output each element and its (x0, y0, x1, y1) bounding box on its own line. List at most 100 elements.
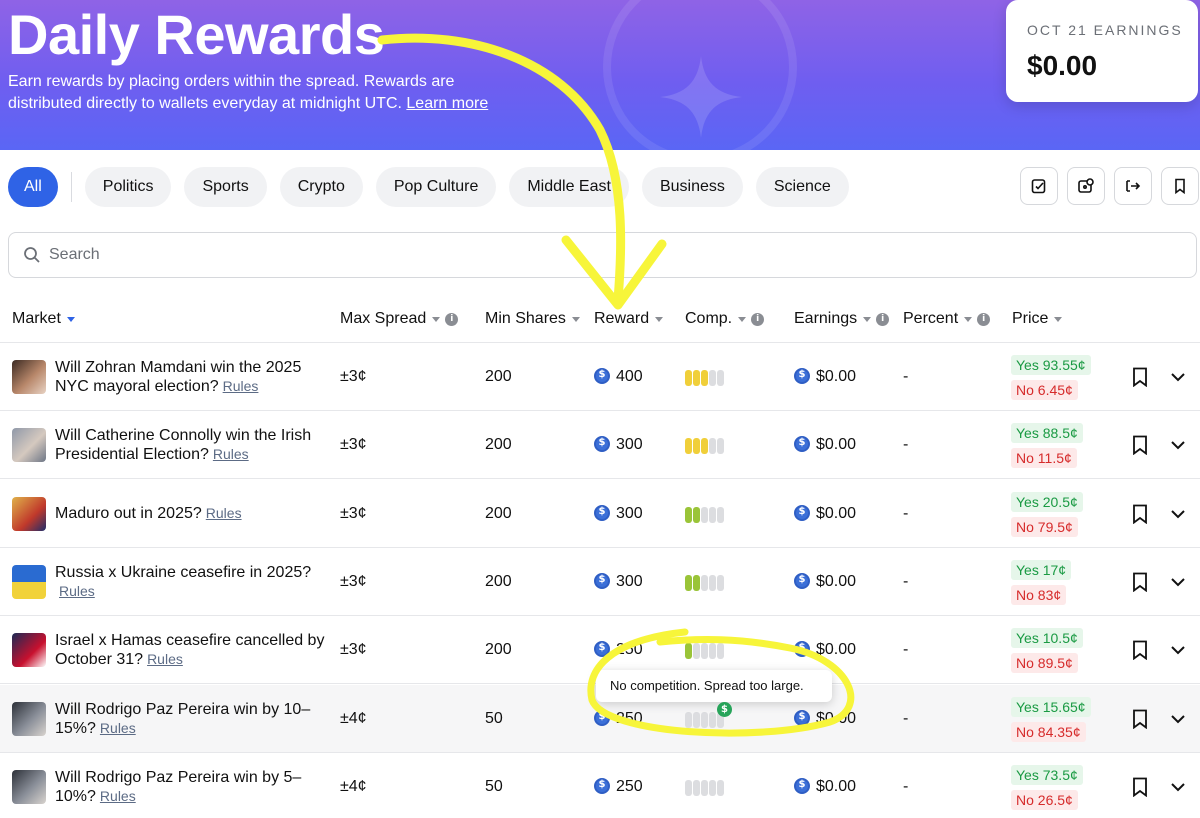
reward-value: 300 (594, 436, 643, 454)
info-icon[interactable]: i (977, 312, 991, 326)
col-comp[interactable]: Comp. i (685, 310, 765, 328)
comp-bar (701, 507, 708, 523)
table-row[interactable]: Maduro out in 2025?Rules ±3¢ 200 300 $0.… (0, 480, 1200, 548)
earnings-value: $0.00 (1027, 50, 1098, 81)
no-price-button[interactable]: No 89.5¢ (1011, 653, 1078, 673)
page-title: Daily Rewards (8, 3, 385, 66)
market-thumbnail (12, 565, 46, 599)
table-row[interactable]: Russia x Ukraine ceasefire in 2025? Rules… (0, 548, 1200, 616)
market-name[interactable]: Will Catherine Connolly win the Irish Pr… (55, 426, 335, 464)
market-name[interactable]: Russia x Ukraine ceasefire in 2025? Rules (55, 563, 335, 601)
bookmark-icon[interactable] (1132, 435, 1148, 455)
yes-price-button[interactable]: Yes 93.55¢ (1011, 355, 1091, 375)
min-shares-value: 50 (485, 778, 503, 795)
market-thumbnail (12, 497, 46, 531)
chevron-down-icon[interactable] (1170, 644, 1186, 656)
competition-meter[interactable] (685, 507, 725, 523)
sparkle-icon (660, 56, 742, 138)
bookmark-icon[interactable] (1132, 709, 1148, 729)
bookmark-icon[interactable] (1132, 367, 1148, 387)
table-row[interactable]: Will Catherine Connolly win the Irish Pr… (0, 411, 1200, 479)
usdc-coin-icon (794, 368, 810, 384)
competition-meter[interactable] (685, 575, 725, 591)
bookmark-icon[interactable] (1132, 572, 1148, 592)
table-row[interactable]: Will Zohran Mamdani win the 2025 NYC may… (0, 343, 1200, 411)
competition-meter[interactable] (685, 370, 725, 386)
comp-bar (701, 370, 708, 386)
rules-link[interactable]: Rules (213, 446, 249, 462)
bookmarks-button[interactable] (1161, 167, 1199, 205)
bookmark-icon[interactable] (1132, 640, 1148, 660)
tab-business[interactable]: Business (641, 167, 743, 207)
yes-price-button[interactable]: Yes 88.5¢ (1011, 423, 1083, 443)
sign-in-button[interactable] (1114, 167, 1152, 205)
rules-link[interactable]: Rules (100, 720, 136, 736)
chevron-down-icon[interactable] (1170, 439, 1186, 451)
rules-link[interactable]: Rules (100, 788, 136, 804)
no-price-button[interactable]: No 26.5¢ (1011, 790, 1078, 810)
tab-middle-east[interactable]: Middle East (509, 167, 629, 207)
info-icon[interactable]: i (445, 312, 459, 326)
yes-price-button[interactable]: Yes 15.65¢ (1011, 697, 1091, 717)
rules-link[interactable]: Rules (223, 378, 259, 394)
tab-sports[interactable]: Sports (184, 167, 267, 207)
yes-price-button[interactable]: Yes 17¢ (1011, 560, 1072, 580)
chevron-down-icon[interactable] (1170, 576, 1186, 588)
chevron-down-icon[interactable] (1170, 781, 1186, 793)
yes-price-button[interactable]: Yes 10.5¢ (1011, 628, 1083, 648)
info-icon[interactable]: i (751, 312, 765, 326)
col-max-spread[interactable]: Max Spread i (340, 310, 459, 328)
sort-caret-icon (571, 316, 580, 322)
clipboard-check-button[interactable] (1020, 167, 1058, 205)
col-min-shares[interactable]: Min Shares (485, 310, 580, 328)
chevron-down-icon[interactable] (1170, 713, 1186, 725)
tab-all[interactable]: All (8, 167, 58, 207)
comp-bar (685, 370, 692, 386)
col-market[interactable]: Market (12, 310, 75, 328)
yes-price-button[interactable]: Yes 73.5¢ (1011, 765, 1083, 785)
col-percent[interactable]: Percent i (903, 310, 991, 328)
rules-link[interactable]: Rules (206, 505, 242, 521)
rules-link[interactable]: Rules (147, 651, 183, 667)
tab-science[interactable]: Science (755, 167, 849, 207)
competition-meter[interactable] (685, 643, 725, 659)
market-name[interactable]: Israel x Hamas ceasefire cancelled by Oc… (55, 631, 335, 669)
market-name[interactable]: Will Zohran Mamdani win the 2025 NYC may… (55, 358, 335, 396)
no-price-button[interactable]: No 79.5¢ (1011, 517, 1078, 537)
no-price-button[interactable]: No 84.35¢ (1011, 722, 1086, 742)
tab-crypto[interactable]: Crypto (279, 167, 363, 207)
chevron-down-icon[interactable] (1170, 371, 1186, 383)
clipboard-check-icon (1031, 179, 1046, 194)
table-row[interactable]: Will Rodrigo Paz Pereira win by 5–10%? Ru… (0, 753, 1200, 818)
info-icon[interactable]: i (876, 312, 890, 326)
min-shares-value: 200 (485, 573, 512, 590)
search-input[interactable] (49, 246, 1149, 264)
chevron-down-icon[interactable] (1170, 508, 1186, 520)
learn-more-link[interactable]: Learn more (406, 95, 488, 112)
market-name[interactable]: Will Rodrigo Paz Pereira win by 10–15%? R… (55, 700, 335, 738)
tab-pop-culture[interactable]: Pop Culture (375, 167, 497, 207)
market-thumbnail (12, 360, 46, 394)
market-name[interactable]: Maduro out in 2025? Rules (55, 504, 335, 523)
sort-caret-icon (738, 316, 747, 322)
max-spread-value: ±4¢ (340, 710, 367, 727)
sort-caret-icon (964, 316, 973, 322)
competition-meter[interactable] (685, 780, 725, 796)
col-price[interactable]: Price (1012, 310, 1063, 328)
yes-price-button[interactable]: Yes 20.5¢ (1011, 492, 1083, 512)
wallet-settings-button[interactable] (1067, 167, 1105, 205)
no-price-button[interactable]: No 11.5¢ (1011, 448, 1077, 468)
competition-meter[interactable] (685, 438, 725, 454)
col-reward[interactable]: Reward (594, 310, 664, 328)
reward-amount: 300 (616, 573, 643, 590)
bookmark-icon[interactable] (1132, 777, 1148, 797)
no-price-button[interactable]: No 6.45¢ (1011, 380, 1078, 400)
bookmark-icon[interactable] (1132, 504, 1148, 524)
rules-link[interactable]: Rules (59, 583, 95, 599)
tab-politics[interactable]: Politics (84, 167, 172, 207)
no-price-button[interactable]: No 83¢ (1011, 585, 1067, 605)
search-bar (8, 232, 1197, 278)
reward-amount: 300 (616, 436, 643, 453)
col-earnings[interactable]: Earnings i (794, 310, 890, 328)
market-name[interactable]: Will Rodrigo Paz Pereira win by 5–10%? Ru… (55, 768, 335, 806)
